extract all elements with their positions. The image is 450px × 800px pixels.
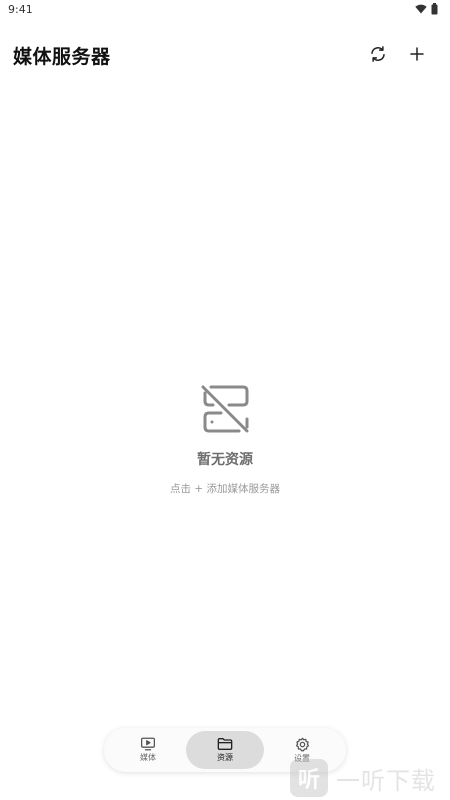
empty-hint: 点击 + 添加媒体服务器 [170,483,280,495]
status-time: 9:41 [8,3,33,16]
add-server-button[interactable] [403,40,431,68]
watermark-text: 一听下载 [336,766,436,795]
tv-play-icon [141,737,155,751]
nav-item-media[interactable]: 媒体 [109,731,187,769]
page-title: 媒体服务器 [13,46,111,68]
app-bar: 媒体服务器 [0,36,450,76]
status-bar: 9:41 [0,0,450,22]
watermark-badge: 听 [290,759,328,797]
refresh-icon [371,46,385,62]
nav-label-resources: 资源 [217,753,233,762]
watermark-logo: 听 一听下载 [290,756,450,800]
folder-icon [217,738,233,750]
plus-icon [410,47,424,61]
gear-icon [295,737,309,751]
empty-title: 暂无资源 [197,452,253,468]
wifi-icon [415,4,427,14]
status-icons [415,3,438,15]
empty-state: 暂无资源 点击 + 添加媒体服务器 [0,383,450,496]
nav-item-resources[interactable]: 资源 [186,731,264,769]
server-off-icon [201,385,249,433]
battery-icon [431,3,438,15]
refresh-button[interactable] [364,40,392,68]
nav-label-media: 媒体 [140,753,156,762]
